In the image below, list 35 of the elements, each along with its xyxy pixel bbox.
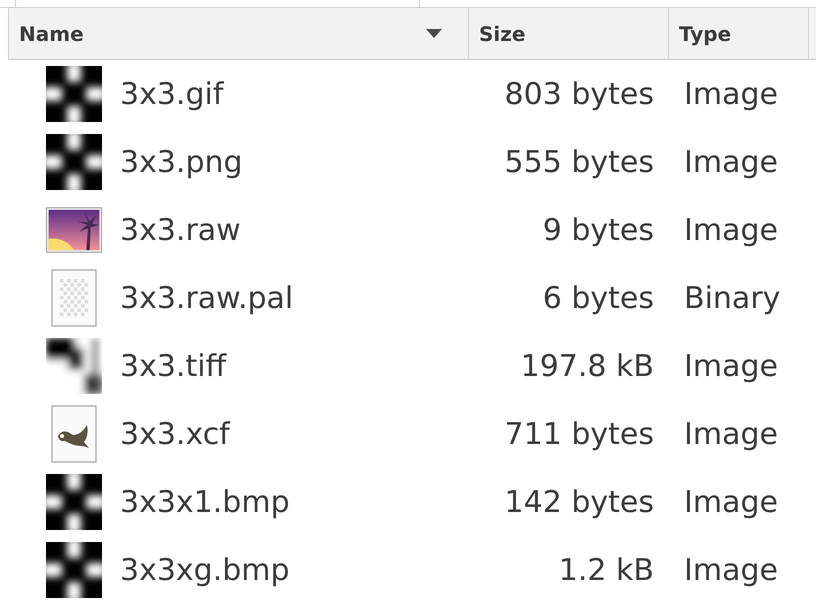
file-type: Binary (684, 280, 780, 316)
thumbnail-icon (46, 66, 102, 122)
file-size: 555 bytes (504, 144, 654, 180)
file-size: 711 bytes (504, 416, 654, 452)
thumbnail-icon (46, 542, 102, 598)
file-name[interactable]: 3x3.png (120, 140, 243, 184)
file-type: Image (684, 552, 778, 588)
file-type: Image (684, 212, 778, 248)
column-header[interactable]: Name (19, 18, 84, 48)
file-size: 6 bytes (542, 280, 654, 316)
file-size: 1.2 kB (558, 552, 654, 588)
column-header[interactable]: Size (479, 18, 526, 48)
file-type: Image (684, 348, 778, 384)
file-type: Image (684, 416, 778, 452)
file-name[interactable]: 3x3.raw.pal (120, 276, 294, 320)
thumbnail-icon (46, 338, 102, 394)
file-size: 9 bytes (542, 212, 654, 248)
file-name[interactable]: 3x3.gif (120, 72, 224, 116)
thumbnail-icon (46, 134, 102, 190)
file-type: Image (684, 144, 778, 180)
file-type: Image (684, 484, 778, 520)
file-type: Image (684, 76, 778, 112)
file-name[interactable]: 3x3.xcf (120, 412, 230, 456)
thumbnail-icon (46, 474, 102, 530)
sort-arrow-icon[interactable] (426, 29, 442, 38)
file-size: 803 bytes (504, 76, 654, 112)
file-size: 197.8 kB (520, 348, 654, 384)
file-with-animal-icon (51, 405, 97, 463)
file-name[interactable]: 3x3.tiff (120, 344, 226, 388)
column-header[interactable]: Type (679, 18, 732, 48)
file-name[interactable]: 3x3xg.bmp (120, 548, 290, 592)
file-name[interactable]: 3x3.raw (120, 208, 241, 252)
file-size: 142 bytes (504, 484, 654, 520)
file-name[interactable]: 3x3x1.bmp (120, 480, 290, 524)
blank-file-icon (51, 269, 97, 327)
